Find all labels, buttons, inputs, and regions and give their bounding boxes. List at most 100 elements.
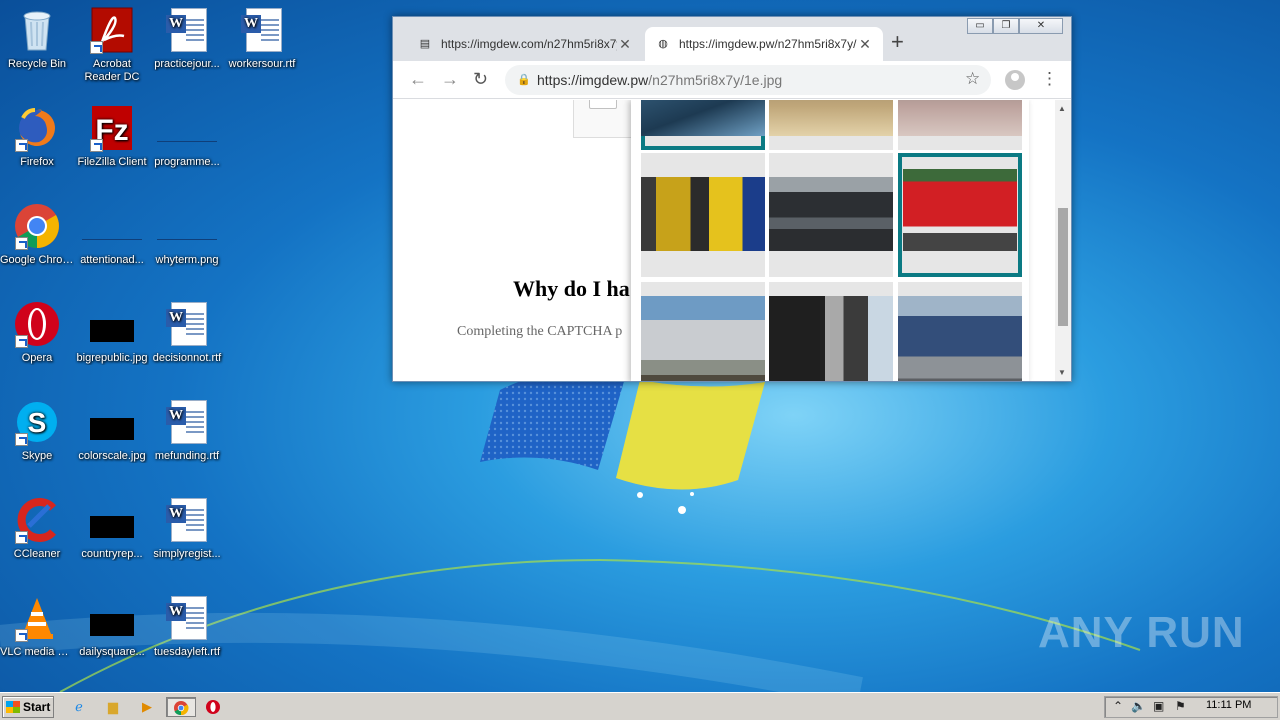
taskbar-clock[interactable]: 11:11 PM xyxy=(1206,699,1251,711)
desktop-icon-word[interactable]: Wpracticejour... xyxy=(150,6,224,71)
captcha-tile-street[interactable] xyxy=(769,100,893,150)
desktop-icon-word[interactable]: Wsimplyregist... xyxy=(150,496,224,561)
desktop-icon-word[interactable]: Wdecisionnot.rtf xyxy=(150,300,224,365)
desktop-icon-black-image[interactable]: bigrepublic.jpg xyxy=(75,300,149,365)
reload-icon[interactable]: ↻ xyxy=(473,69,488,89)
desktop-icon-word[interactable]: Wtuesdayleft.rtf xyxy=(150,594,224,659)
captcha-photo xyxy=(769,296,893,381)
captcha-tile-truck-blue[interactable] xyxy=(898,282,1022,381)
page-subtext: Completing the CAPTCHA p xyxy=(457,324,623,339)
desktop-icon-recycle-bin[interactable]: Recycle Bin xyxy=(0,6,74,71)
captcha-photo xyxy=(641,296,765,381)
desktop-icon-skype[interactable]: S Skype xyxy=(0,398,74,463)
kebab-menu-icon[interactable]: ⋮ xyxy=(1041,69,1058,89)
captcha-tile-train[interactable] xyxy=(641,282,765,381)
desktop-icon-label: workersour.rtf xyxy=(228,58,296,70)
desktop-icon-label: attentionad... xyxy=(80,254,144,266)
desktop-icon-label: Firefox xyxy=(20,156,54,168)
page-scrollbar[interactable]: ▲ ▼ xyxy=(1055,100,1071,381)
captcha-checkbox[interactable] xyxy=(589,100,617,109)
desktop-icon-vlc[interactable]: VLC media player xyxy=(0,594,74,659)
tab-imgdew-com[interactable]: ▤ https://imgdew.com/n27hm5ri8x7y/1 ✕ xyxy=(407,27,643,61)
scrollbar-thumb[interactable] xyxy=(1058,208,1068,326)
desktop-icon-opera[interactable]: Opera xyxy=(0,300,74,365)
captcha-tile-bus-door[interactable] xyxy=(769,282,893,381)
captcha-tile-car-side[interactable] xyxy=(769,153,893,277)
browser-toolbar: ← → ↻ 🔒 https://imgdew.pw/n27hm5ri8x7y/1e… xyxy=(393,61,1071,99)
desktop-icon-label: Recycle Bin xyxy=(7,58,67,70)
restore-button[interactable]: ❐ xyxy=(993,18,1019,34)
desktop-icon-black-image[interactable]: dailysquare... xyxy=(75,594,149,659)
captcha-photo xyxy=(898,100,1022,136)
address-domain: https://imgdew.pw xyxy=(537,72,649,88)
desktop-icon-label: CCleaner xyxy=(13,548,61,560)
captcha-tile-car-door[interactable] xyxy=(641,100,765,150)
desktop-icon-ccleaner[interactable]: CCleaner xyxy=(0,496,74,561)
tab-title: https://imgdew.com/n27hm5ri8x7y/1 xyxy=(441,37,617,51)
captcha-tile-truck-yellow[interactable] xyxy=(641,153,765,277)
black-image-icon xyxy=(88,300,136,348)
shortcut-arrow-icon xyxy=(15,237,28,250)
new-tab-button[interactable]: + xyxy=(891,31,904,53)
address-bar[interactable]: 🔒 https://imgdew.pw/n27hm5ri8x7y/1e.jpg xyxy=(505,65,991,95)
desktop-icon-label: programme... xyxy=(154,156,220,168)
internet-explorer-icon[interactable]: ℯ xyxy=(68,697,90,717)
captcha-tile-fire-truck[interactable] xyxy=(898,153,1022,277)
word-icon: W xyxy=(163,594,211,642)
tab-imgdew-pw[interactable]: ◍ https://imgdew.pw/n27hm5ri8x7y/1e.jpg … xyxy=(645,27,883,61)
desktop-icon-label: bigrepublic.jpg xyxy=(76,352,148,364)
desktop-icon-filezilla[interactable]: Fz FileZilla Client xyxy=(75,104,149,169)
volume-icon[interactable]: 🔈 xyxy=(1131,699,1146,713)
desktop-icon-black-image[interactable]: countryrep... xyxy=(75,496,149,561)
desktop-icon-firefox[interactable]: Firefox xyxy=(0,104,74,169)
close-window-button[interactable]: ✕ xyxy=(1019,18,1063,34)
desktop-icon-label: Google Chrome xyxy=(0,254,74,266)
desktop-icon-label: Acrobat Reader DC xyxy=(84,58,140,83)
desktop-icon-chrome[interactable]: Google Chrome xyxy=(0,202,74,267)
minimize-button[interactable]: ▭ xyxy=(967,18,993,34)
desktop-icon-blue-image[interactable]: attentionad... xyxy=(75,202,149,267)
word-icon: W xyxy=(163,6,211,54)
desktop-icon-label: practicejour... xyxy=(154,58,220,70)
profile-avatar-icon[interactable] xyxy=(1005,70,1025,90)
opera-taskbar-icon[interactable] xyxy=(202,697,224,717)
desktop-icon-blue-image[interactable]: programme... xyxy=(150,104,224,169)
captcha-tile-pavement[interactable] xyxy=(898,100,1022,150)
start-label: Start xyxy=(23,700,51,714)
windows-logo-icon xyxy=(6,701,20,713)
desktop-icon-label: whyterm.png xyxy=(155,254,219,266)
close-tab-icon[interactable]: ✕ xyxy=(857,36,873,53)
captcha-image-grid xyxy=(631,100,1029,381)
media-player-icon[interactable]: ▶ xyxy=(136,697,158,717)
blue-image-icon xyxy=(82,202,142,250)
forward-arrow-icon[interactable]: → xyxy=(441,69,459,89)
bookmark-star-icon[interactable]: ☆ xyxy=(965,69,980,89)
filezilla-icon: Fz xyxy=(88,104,136,152)
black-image-icon xyxy=(88,594,136,642)
back-arrow-icon[interactable]: ← xyxy=(409,69,427,89)
desktop-icon-blue-image[interactable]: whyterm.png xyxy=(150,202,224,267)
desktop-icon-acrobat[interactable]: Acrobat Reader DC xyxy=(75,6,149,84)
anyrun-watermark: ANY RUN xyxy=(1038,608,1245,657)
close-tab-icon[interactable]: ✕ xyxy=(617,36,633,53)
chrome-taskbar-icon[interactable] xyxy=(166,697,196,717)
desktop-icon-label: VLC media player xyxy=(0,646,74,658)
desktop-icon-word[interactable]: Wmefunding.rtf xyxy=(150,398,224,463)
desktop-icon-label: decisionnot.rtf xyxy=(152,352,222,364)
action-center-flag-icon[interactable]: ⚑ xyxy=(1175,699,1186,713)
blue-image-icon xyxy=(157,202,217,250)
scroll-down-icon[interactable]: ▼ xyxy=(1058,368,1066,377)
network-icon[interactable]: ▣ xyxy=(1153,699,1164,713)
lock-icon: 🔒 xyxy=(517,74,531,86)
captcha-photo xyxy=(769,177,893,251)
file-explorer-icon[interactable]: ▆ xyxy=(102,697,124,717)
shortcut-arrow-icon xyxy=(15,335,28,348)
desktop-icon-label: simplyregist... xyxy=(153,548,221,560)
start-button[interactable]: Start xyxy=(2,696,54,718)
desktop-icon-word[interactable]: Wworkersour.rtf xyxy=(225,6,299,71)
scroll-up-icon[interactable]: ▲ xyxy=(1058,104,1066,113)
shortcut-arrow-icon xyxy=(90,139,103,152)
desktop-icon-black-image[interactable]: colorscale.jpg xyxy=(75,398,149,463)
show-hidden-icons-icon[interactable]: ⌃ xyxy=(1113,699,1123,713)
word-icon: W xyxy=(163,398,211,446)
